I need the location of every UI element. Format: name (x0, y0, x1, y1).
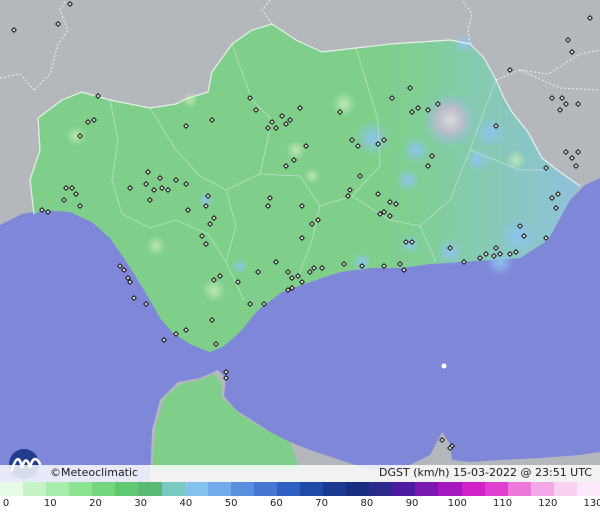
legend-swatch (184, 482, 208, 496)
legend-tick-label: 90 (405, 498, 419, 509)
legend-swatch (323, 482, 347, 496)
legend-tick-label: 10 (43, 498, 57, 509)
legend-swatch (392, 482, 416, 496)
brand-label: ©Meteoclimatic (50, 466, 139, 479)
gust-spot (402, 136, 430, 164)
legend-tick-label: 60 (270, 498, 283, 509)
gust-max-spot (422, 92, 478, 148)
legend-swatch (530, 482, 554, 496)
legend-swatch (230, 482, 254, 496)
legend-swatch (253, 482, 277, 496)
legend-swatch (276, 482, 301, 496)
legend-tick-label: 0 (2, 498, 10, 509)
legend-swatch (69, 482, 93, 496)
legend-color-bar (0, 482, 600, 496)
legend-swatch (461, 482, 485, 496)
legend-swatch (415, 482, 439, 496)
calm-spot (332, 92, 356, 116)
legend-swatch (0, 482, 24, 496)
legend-tick-label: 130 (583, 498, 600, 509)
legend-tick-label: 70 (315, 498, 328, 509)
map-caption: DGST (km/h) 15-03-2022 @ 23:51 UTC (379, 466, 592, 479)
legend-swatch (207, 482, 231, 496)
gust-spot (400, 234, 420, 254)
legend-tick-label: 30 (134, 498, 148, 509)
gust-spot (454, 34, 474, 54)
legend-swatch (115, 482, 139, 496)
gust-spot (396, 168, 420, 192)
legend-swatch (438, 482, 462, 496)
legend-swatch (507, 482, 531, 496)
legend-tick-label: 120 (538, 498, 558, 509)
gust-spot (352, 252, 372, 272)
legend-swatch (300, 482, 324, 496)
weather-map: ©Meteoclimatic DGST (km/h) 15-03-2022 @ … (0, 0, 600, 482)
map-title-bar: ©Meteoclimatic DGST (km/h) 15-03-2022 @ … (0, 465, 600, 482)
gust-spot (474, 116, 506, 148)
legend-tick-label: 110 (492, 498, 513, 509)
legend-swatch (576, 482, 600, 496)
calm-spot (286, 140, 306, 160)
legend-ticks: 0 10 20 30 40 50 60 70 80 90 100 110 120 130 (0, 498, 600, 514)
island-marker (441, 363, 447, 369)
map-canvas (0, 0, 600, 482)
legend-swatch (553, 482, 577, 496)
legend-swatch (23, 482, 47, 496)
gust-spot (436, 238, 464, 266)
legend-tick-label: 50 (224, 498, 238, 509)
gust-spot (232, 258, 248, 274)
legend-swatch (161, 482, 185, 496)
legend-swatch (484, 482, 508, 496)
color-legend: 0 10 20 30 40 50 60 70 80 90 100 110 120 130 (0, 482, 600, 517)
calm-spot (304, 168, 320, 184)
calm-spot (146, 236, 166, 256)
legend-tick-label: 100 (447, 498, 467, 509)
legend-swatch (92, 482, 116, 496)
legend-swatch (346, 482, 370, 496)
calm-spot (66, 126, 86, 146)
legend-swatch (369, 482, 393, 496)
legend-tick-label: 80 (360, 498, 374, 509)
legend-swatch (46, 482, 70, 496)
calm-spot (506, 150, 526, 170)
legend-tick-label: 20 (89, 498, 102, 509)
legend-tick-label: 40 (179, 498, 193, 509)
legend-swatch (138, 482, 162, 496)
